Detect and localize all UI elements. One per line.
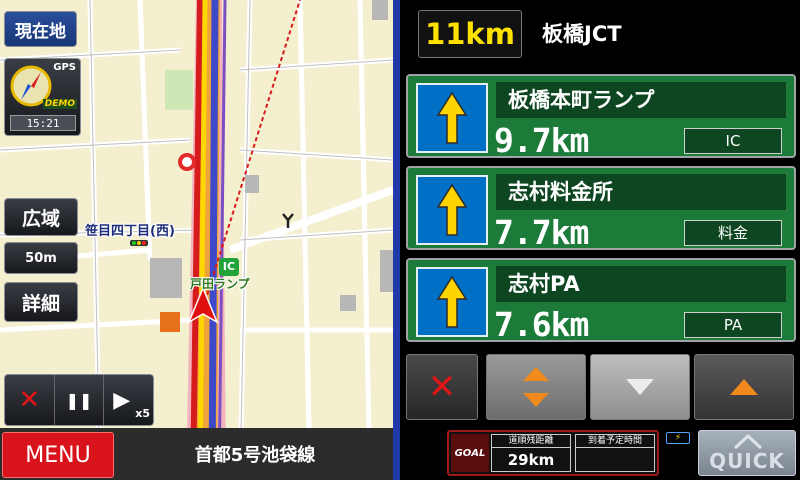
facility-distance: 7.6km [494,305,589,344]
estimated-arrival: 到着予定時間 [575,434,655,472]
intersection-label: 笹目四丁目(西) [85,224,175,239]
map-view[interactable]: 笹目四丁目(西) 戸田ランプ IC 現在地 GPS DEMO 15:21 広域 … [0,0,393,480]
panel-divider [393,0,400,480]
facility-name: 志村料金所 [496,174,786,210]
road-name: 首都5号池袋線 [194,445,316,466]
stop-simulation-button[interactable]: ✕ [5,375,55,425]
straight-arrow-icon [416,267,488,337]
eta-title: 到着予定時間 [576,435,654,448]
zoom-out-button[interactable]: 広域 [4,198,78,236]
goal-flag-icon: GOAL [451,434,489,472]
facility-type-badge: IC [684,128,782,154]
remaining-distance-title: 道順残距離 [492,435,570,448]
facility-name: 板橋本町ランプ [496,82,786,118]
next-junction-distance: 11km [418,10,522,58]
simulation-controls: ✕ ❚❚ ▶ x5 [4,374,154,426]
scroll-up-button[interactable] [694,354,794,420]
next-junction-name: 板橋JCT [542,22,622,46]
ramp-label: 戸田ランプ [190,277,250,291]
goal-info[interactable]: GOAL 道順残距離 29km 到着予定時間 [447,430,659,476]
pause-button[interactable]: ❚❚ [55,375,105,425]
facility-distance: 7.7km [494,213,589,252]
current-location-button[interactable]: 現在地 [4,11,77,47]
facility-card[interactable]: 板橋本町ランプ 9.7km IC [406,74,796,160]
clock: 15:21 [10,115,76,131]
battery-charging-icon: ⚡ [666,432,690,444]
quick-label: QUICK [709,449,785,473]
facility-type-badge: 料金 [684,220,782,246]
menu-button[interactable]: MENU [2,432,114,478]
zoom-in-button[interactable]: 詳細 [4,282,78,322]
pause-icon: ❚❚ [65,390,93,410]
facility-name: 志村PA [496,266,786,302]
gps-label: GPS [53,62,76,73]
facility-type-badge: PA [684,312,782,338]
facility-distance: 9.7km [494,121,589,160]
close-icon: ✕ [18,385,41,415]
scale-indicator: 50m [4,242,78,274]
speed-label: x5 [135,407,151,420]
close-guidance-button[interactable]: ✕ [406,354,478,420]
straight-arrow-icon [416,175,488,245]
quick-menu-button[interactable]: QUICK [698,430,796,476]
up-down-arrows-icon [523,367,549,407]
chevron-up-icon [730,379,758,395]
demo-label: DEMO [42,99,77,109]
chevron-up-icon [733,434,763,450]
facility-card[interactable]: 志村PA 7.6km PA [406,258,796,344]
remaining-distance: 道順残距離 29km [491,434,571,472]
facility-card[interactable]: 志村料金所 7.7km 料金 [406,166,796,252]
play-speed-button[interactable]: ▶ x5 [104,375,153,425]
remaining-distance-value: 29km [507,451,555,469]
play-icon: ▶ [113,387,131,413]
straight-arrow-icon [416,83,488,153]
ic-badge: IC [219,258,239,276]
close-icon: ✕ [427,367,457,407]
chevron-down-icon [626,379,654,395]
scroll-down-button[interactable] [590,354,690,420]
scroll-updown-button[interactable] [486,354,586,420]
gps-compass[interactable]: GPS DEMO 15:21 [4,58,81,136]
